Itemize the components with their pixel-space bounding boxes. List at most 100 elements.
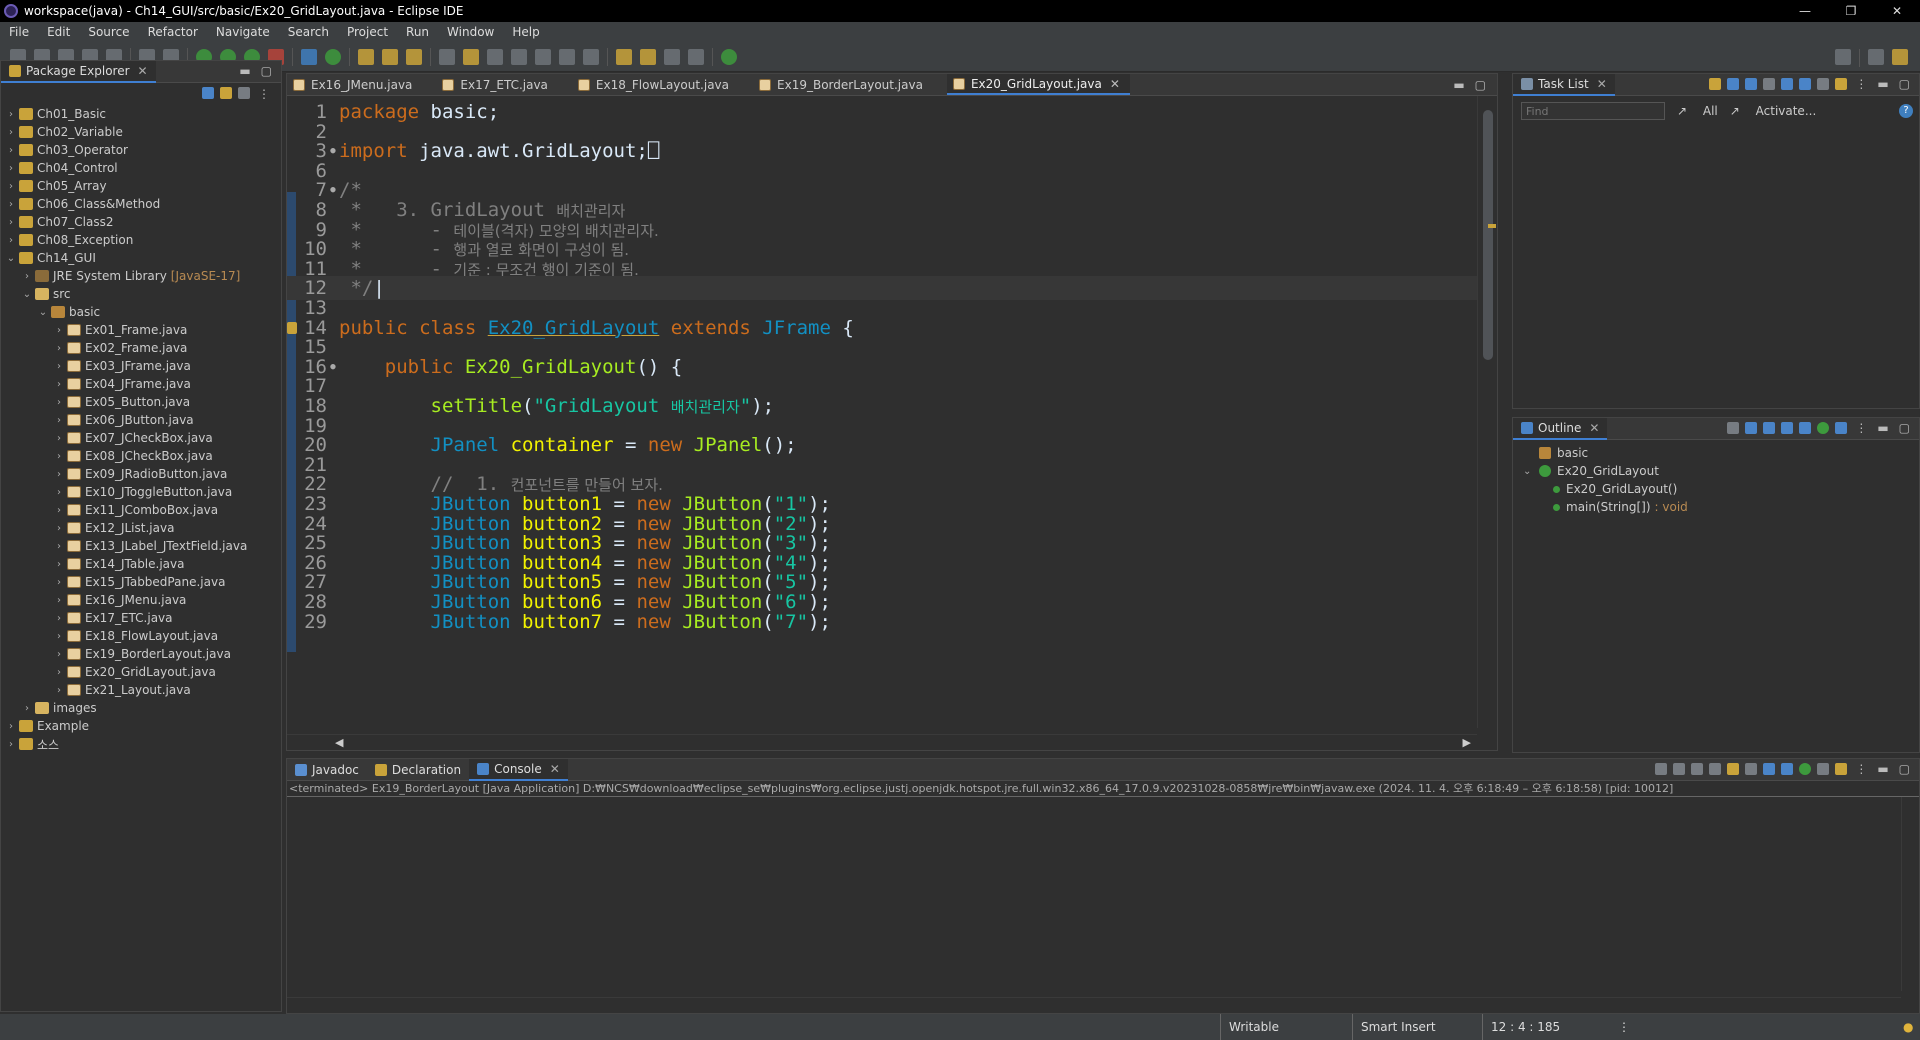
new-class-icon[interactable] — [325, 48, 341, 65]
remove-launch-icon[interactable] — [1673, 763, 1686, 775]
open-type-icon[interactable] — [358, 48, 374, 65]
status-menu-icon[interactable]: ⋮ — [1610, 1014, 1630, 1040]
chevron-right-icon[interactable]: › — [53, 325, 65, 336]
outline-item[interactable]: basic — [1513, 444, 1919, 462]
tree-item[interactable]: › Ex12_JList.java — [1, 519, 281, 537]
chevron-right-icon[interactable]: › — [53, 631, 65, 642]
chevron-right-icon[interactable]: › — [5, 235, 17, 246]
tree-item[interactable]: › Ex14_JTable.java — [1, 555, 281, 573]
tree-item[interactable]: › JRE System Library [JavaSE-17] — [1, 267, 281, 285]
help-icon[interactable]: ? — [1899, 104, 1913, 118]
editor-tab[interactable]: Ex17_ETC.java — [436, 74, 558, 95]
chevron-right-icon[interactable]: › — [5, 163, 17, 174]
lightbulb-icon[interactable]: ● — [1895, 1014, 1915, 1040]
chevron-right-icon[interactable]: › — [53, 343, 65, 354]
maximize-view-icon[interactable]: ▢ — [1475, 78, 1486, 92]
maximize-view-icon[interactable]: ▢ — [1899, 421, 1910, 435]
minimize-button[interactable]: — — [1782, 0, 1828, 22]
chevron-right-icon[interactable]: › — [53, 451, 65, 462]
tree-item[interactable]: ⌄ Ch14_GUI — [1, 249, 281, 267]
new-java-project-icon[interactable] — [301, 48, 317, 65]
toggle-mark-icon[interactable] — [439, 48, 455, 65]
chevron-right-icon[interactable]: › — [53, 397, 65, 408]
back-icon[interactable] — [664, 48, 680, 65]
editor-vertical-scrollbar[interactable] — [1477, 96, 1497, 728]
chevron-down-icon[interactable]: ⌄ — [1523, 466, 1539, 477]
display-console-icon[interactable] — [1799, 763, 1812, 775]
open-console-icon[interactable] — [1817, 763, 1830, 775]
chevron-right-icon[interactable]: › — [53, 415, 65, 426]
tree-item[interactable]: ⌄ basic — [1, 303, 281, 321]
hide-fields-icon[interactable] — [1763, 422, 1776, 434]
tree-item[interactable]: › Ex09_JRadioButton.java — [1, 465, 281, 483]
scroll-right-icon[interactable]: ▶ — [1463, 736, 1471, 749]
tab-outline[interactable]: Outline ✕ — [1513, 417, 1608, 440]
chevron-right-icon[interactable]: › — [5, 127, 17, 138]
chevron-right-icon[interactable]: › — [5, 739, 17, 750]
code-line[interactable]: 3 ● import java.awt.GridLayout;⎕ — [287, 139, 660, 163]
chevron-right-icon[interactable]: › — [5, 217, 17, 228]
view-menu-icon[interactable]: ⋮ — [258, 87, 270, 101]
tree-item[interactable]: › Ex16_JMenu.java — [1, 591, 281, 609]
open-perspective-icon[interactable] — [1868, 49, 1884, 65]
new-task-icon[interactable] — [1709, 78, 1722, 90]
chevron-down-icon[interactable]: ⌄ — [21, 289, 33, 300]
code-line[interactable]: 18 setTitle("GridLayout 배치관리자"); — [287, 394, 774, 418]
code-editor[interactable]: 1 package basic; 2 3 ● import java.awt.GridLa… — [287, 96, 1477, 728]
remove-all-icon[interactable] — [1691, 763, 1704, 775]
chevron-right-icon[interactable]: › — [53, 433, 65, 444]
code-line[interactable]: 29 JButton button7 = new JButton("7"); — [287, 610, 831, 634]
chevron-right-icon[interactable]: › — [5, 721, 17, 732]
open-folder-icon[interactable] — [382, 48, 398, 65]
chevron-right-icon[interactable]: › — [21, 271, 33, 282]
chevron-right-icon[interactable]: › — [5, 145, 17, 156]
focus-icon[interactable] — [1763, 78, 1776, 90]
minimize-view-icon[interactable]: ▬ — [239, 64, 250, 78]
hide-static-icon[interactable] — [1781, 422, 1794, 434]
tree-item[interactable]: › Ex03_JFrame.java — [1, 357, 281, 375]
tree-item[interactable]: › Ex15_JTabbedPane.java — [1, 573, 281, 591]
tree-item[interactable]: › Ex21_Layout.java — [1, 681, 281, 699]
scroll-thumb[interactable] — [1483, 110, 1493, 360]
search-tool-icon[interactable] — [406, 48, 422, 65]
tab-javadoc[interactable]: Javadoc — [287, 759, 367, 781]
editor-tab[interactable]: Ex19_BorderLayout.java — [753, 74, 933, 95]
pin-editor-icon[interactable] — [721, 48, 737, 65]
outline-item[interactable]: ⌄ Ex20_GridLayout — [1513, 462, 1919, 480]
tree-item[interactable]: › Ex02_Frame.java — [1, 339, 281, 357]
overview-warning-marker[interactable] — [1488, 224, 1496, 228]
chevron-right-icon[interactable]: › — [53, 685, 65, 696]
show-whitespace-icon[interactable] — [511, 48, 527, 65]
view-menu-icon[interactable]: ⋮ — [1855, 421, 1867, 435]
code-line[interactable]: 12 */| — [287, 276, 1477, 301]
hide-completed-icon[interactable] — [1781, 78, 1794, 90]
chevron-right-icon[interactable]: › — [53, 541, 65, 552]
tab-declaration[interactable]: Declaration — [367, 759, 469, 781]
tab-package-explorer[interactable]: Package Explorer ✕ — [1, 60, 156, 83]
find-input[interactable] — [1521, 102, 1665, 120]
word-wrap-icon[interactable] — [1727, 763, 1740, 775]
warning-marker-icon[interactable] — [287, 321, 297, 334]
link-editor-icon[interactable] — [220, 87, 232, 99]
chevron-right-icon[interactable]: › — [53, 595, 65, 606]
last-edit-icon[interactable] — [616, 48, 632, 65]
tree-item[interactable]: › Ch05_Array — [1, 177, 281, 195]
chevron-right-icon[interactable]: › — [53, 577, 65, 588]
show-on-output-icon[interactable] — [1745, 763, 1758, 775]
menu-run[interactable]: Run — [397, 22, 438, 42]
view-menu-icon[interactable]: ⋮ — [1855, 77, 1867, 91]
java-perspective-icon[interactable] — [1892, 49, 1908, 65]
chevron-right-icon[interactable]: › — [53, 505, 65, 516]
fold-toggle-icon[interactable]: ● — [327, 146, 339, 156]
terminate-icon[interactable] — [1655, 763, 1668, 775]
fold-toggle-icon[interactable]: ● — [327, 185, 339, 195]
expand-all-icon[interactable] — [1799, 78, 1812, 90]
chevron-right-icon[interactable]: › — [53, 613, 65, 624]
chevron-right-icon[interactable]: › — [53, 469, 65, 480]
filter-icon[interactable] — [238, 87, 250, 99]
chevron-right-icon[interactable]: › — [5, 109, 17, 120]
collapse-all-icon[interactable] — [202, 87, 214, 99]
console-horizontal-scrollbar[interactable] — [287, 997, 1901, 1013]
menu-file[interactable]: File — [0, 22, 38, 42]
tree-item[interactable]: › Ex19_BorderLayout.java — [1, 645, 281, 663]
